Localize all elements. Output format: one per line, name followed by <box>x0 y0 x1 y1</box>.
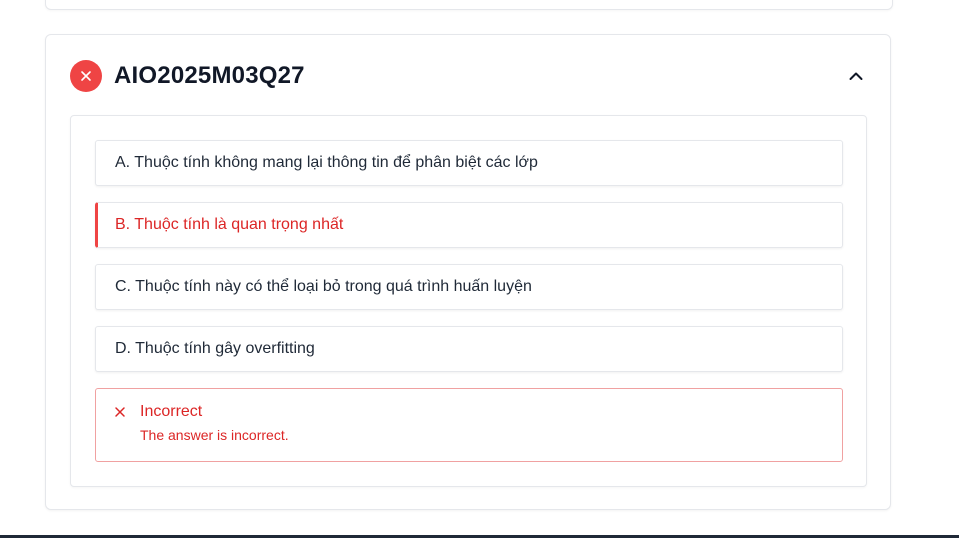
previous-question-card <box>45 0 893 10</box>
close-icon <box>81 71 91 81</box>
feedback-message: The answer is incorrect. <box>140 427 289 443</box>
option-label: B. Thuộc tính là quan trọng nhất <box>115 216 344 233</box>
chevron-up-icon <box>849 72 863 80</box>
option-a[interactable]: A. Thuộc tính không mang lại thông tin đ… <box>95 140 843 186</box>
answer-panel: A. Thuộc tính không mang lại thông tin đ… <box>70 115 867 487</box>
page: AIO2025M03Q27 A. Thuộc tính không mang l… <box>0 0 959 538</box>
incorrect-status-icon <box>70 60 102 92</box>
question-card: AIO2025M03Q27 A. Thuộc tính không mang l… <box>45 34 891 510</box>
option-d[interactable]: D. Thuộc tính gây overfitting <box>95 326 843 372</box>
close-icon <box>115 407 125 417</box>
option-c[interactable]: C. Thuộc tính này có thể loại bỏ trong q… <box>95 264 843 310</box>
option-label: D. Thuộc tính gây overfitting <box>115 340 315 357</box>
collapse-button[interactable] <box>842 62 870 90</box>
option-b[interactable]: B. Thuộc tính là quan trọng nhất <box>95 202 843 248</box>
option-label: C. Thuộc tính này có thể loại bỏ trong q… <box>115 278 532 295</box>
option-label: A. Thuộc tính không mang lại thông tin đ… <box>115 154 538 171</box>
question-title: AIO2025M03Q27 <box>114 62 305 89</box>
feedback-title: Incorrect <box>140 403 203 420</box>
feedback-box: Incorrect The answer is incorrect. <box>95 388 843 462</box>
